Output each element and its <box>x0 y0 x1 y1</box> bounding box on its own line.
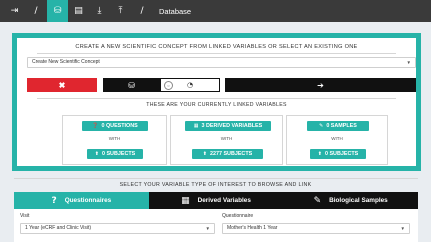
tab-derived-variables[interactable]: ▦ Derived Variables <box>148 192 284 209</box>
derived-count-label: 3 DERIVED VARIABLES <box>201 123 263 129</box>
with-label: WITH <box>331 136 343 141</box>
arrow-up-icon: ⬆ <box>202 151 207 157</box>
go-button[interactable]: ➔ <box>225 78 416 92</box>
page-title: Database <box>159 6 192 16</box>
arrow-up-icon: ⬆ <box>94 151 99 157</box>
database-icon: ⛁ <box>128 80 135 90</box>
with-label: WITH <box>108 136 121 141</box>
samples-count-label: 0 SAMPLES <box>326 123 357 129</box>
concept-panel: CREATE A NEW SCIENTIFIC CONCEPT FROM LIN… <box>12 33 421 171</box>
derived-subjects-label: 2277 SUBJECTS <box>209 151 253 157</box>
eyedropper-icon: ✎ <box>319 123 324 129</box>
visit-select-value: 1 Year (eCRF and Clinic Visit) <box>25 225 92 231</box>
concept-select-value: Create New Scientific Concept <box>32 59 100 65</box>
top-toolbar: ⇥ / ⛁ ▤ ⤓ ⤒ / Database <box>0 0 431 22</box>
eyedropper-icon: ✎ <box>313 195 322 206</box>
questions-subjects-button[interactable]: ⬆ 0 SUBJECTS <box>87 149 143 159</box>
close-icon: ✖ <box>58 80 66 90</box>
file-icon[interactable]: ▤ <box>68 0 89 22</box>
samples-subjects-button[interactable]: ⬆ 0 SUBJECTS <box>310 149 366 159</box>
breadcrumb-separator: / <box>34 6 38 16</box>
tab-derived-variables-label: Derived Variables <box>197 197 251 204</box>
toggle-knob[interactable]: ○ <box>164 80 173 90</box>
upload-icon[interactable]: ⤒ <box>110 0 131 22</box>
visit-label: Visit <box>20 213 30 219</box>
question-icon: ? <box>51 195 57 206</box>
database-button[interactable]: ⛁ <box>103 78 160 92</box>
questionnaire-label: Questionnaire <box>222 213 254 219</box>
concept-select[interactable]: Create New Scientific Concept ▼ <box>27 57 416 68</box>
calculator-icon: ▦ <box>181 195 190 206</box>
questionnaire-select[interactable]: Mother's Health 1 Year ▼ <box>222 223 410 234</box>
samples-count-button[interactable]: ✎ 0 SAMPLES <box>307 121 369 131</box>
database-icon[interactable]: ⛁ <box>47 0 68 22</box>
divider <box>14 178 418 179</box>
chevron-down-icon: ▼ <box>400 226 405 231</box>
questions-count-label: 0 QUESTIONS <box>101 123 138 129</box>
tab-questionnaires[interactable]: ? Questionnaires <box>14 192 149 209</box>
samples-stat-box: ✎ 0 SAMPLES WITH ⬆ 0 SUBJECTS <box>286 115 388 165</box>
arrow-up-icon: ⬆ <box>317 151 322 157</box>
questions-count-button[interactable]: ❓ 0 QUESTIONS <box>82 121 148 131</box>
question-circle-icon: ❓ <box>92 123 99 129</box>
pie-chart-icon: ◔ <box>186 81 194 89</box>
questions-subjects-label: 0 SUBJECTS <box>101 151 136 157</box>
samples-subjects-label: 0 SUBJECTS <box>324 151 359 157</box>
calculator-icon: ▦ <box>193 123 199 129</box>
linked-heading: THESE ARE YOUR CURRENTLY LINKED VARIABLE… <box>146 102 287 108</box>
arrow-right-icon: ➔ <box>317 80 324 90</box>
divider <box>37 98 396 99</box>
cancel-button[interactable]: ✖ <box>27 78 97 92</box>
sign-in-icon[interactable]: ⇥ <box>4 0 25 22</box>
questionnaire-filter-panel: Visit 1 Year (eCRF and Clinic Visit) ▼ Q… <box>14 209 418 242</box>
download-icon[interactable]: ⤓ <box>89 0 110 22</box>
derived-count-button[interactable]: ▦ 3 DERIVED VARIABLES <box>185 121 271 131</box>
divider <box>37 53 396 54</box>
variable-type-tabs: ? Questionnaires ▦ Derived Variables ✎ B… <box>14 192 419 209</box>
visit-select[interactable]: 1 Year (eCRF and Clinic Visit) ▼ <box>20 223 215 234</box>
chevron-down-icon: ▼ <box>205 226 210 231</box>
questions-stat-box: ❓ 0 QUESTIONS WITH ⬆ 0 SUBJECTS <box>62 115 167 165</box>
concept-heading: CREATE A NEW SCIENTIFIC CONCEPT FROM LIN… <box>75 44 358 50</box>
tab-biological-samples[interactable]: ✎ Biological Samples <box>283 192 419 209</box>
derived-stat-box: ▦ 3 DERIVED VARIABLES WITH ⬆ 2277 SUBJEC… <box>170 115 283 165</box>
questionnaire-select-value: Mother's Health 1 Year <box>227 225 278 231</box>
chevron-down-icon: ▼ <box>406 60 411 65</box>
derived-subjects-button[interactable]: ⬆ 2277 SUBJECTS <box>192 149 263 159</box>
chart-toggle[interactable]: ○ ◔ <box>160 78 220 92</box>
breadcrumb-separator: / <box>140 6 144 16</box>
with-label: WITH <box>220 136 233 141</box>
tab-biological-samples-label: Biological Samples <box>329 197 388 204</box>
tab-questionnaires-label: Questionnaires <box>64 197 112 204</box>
variable-type-heading: SELECT YOUR VARIABLE TYPE OF INTEREST TO… <box>119 182 312 188</box>
